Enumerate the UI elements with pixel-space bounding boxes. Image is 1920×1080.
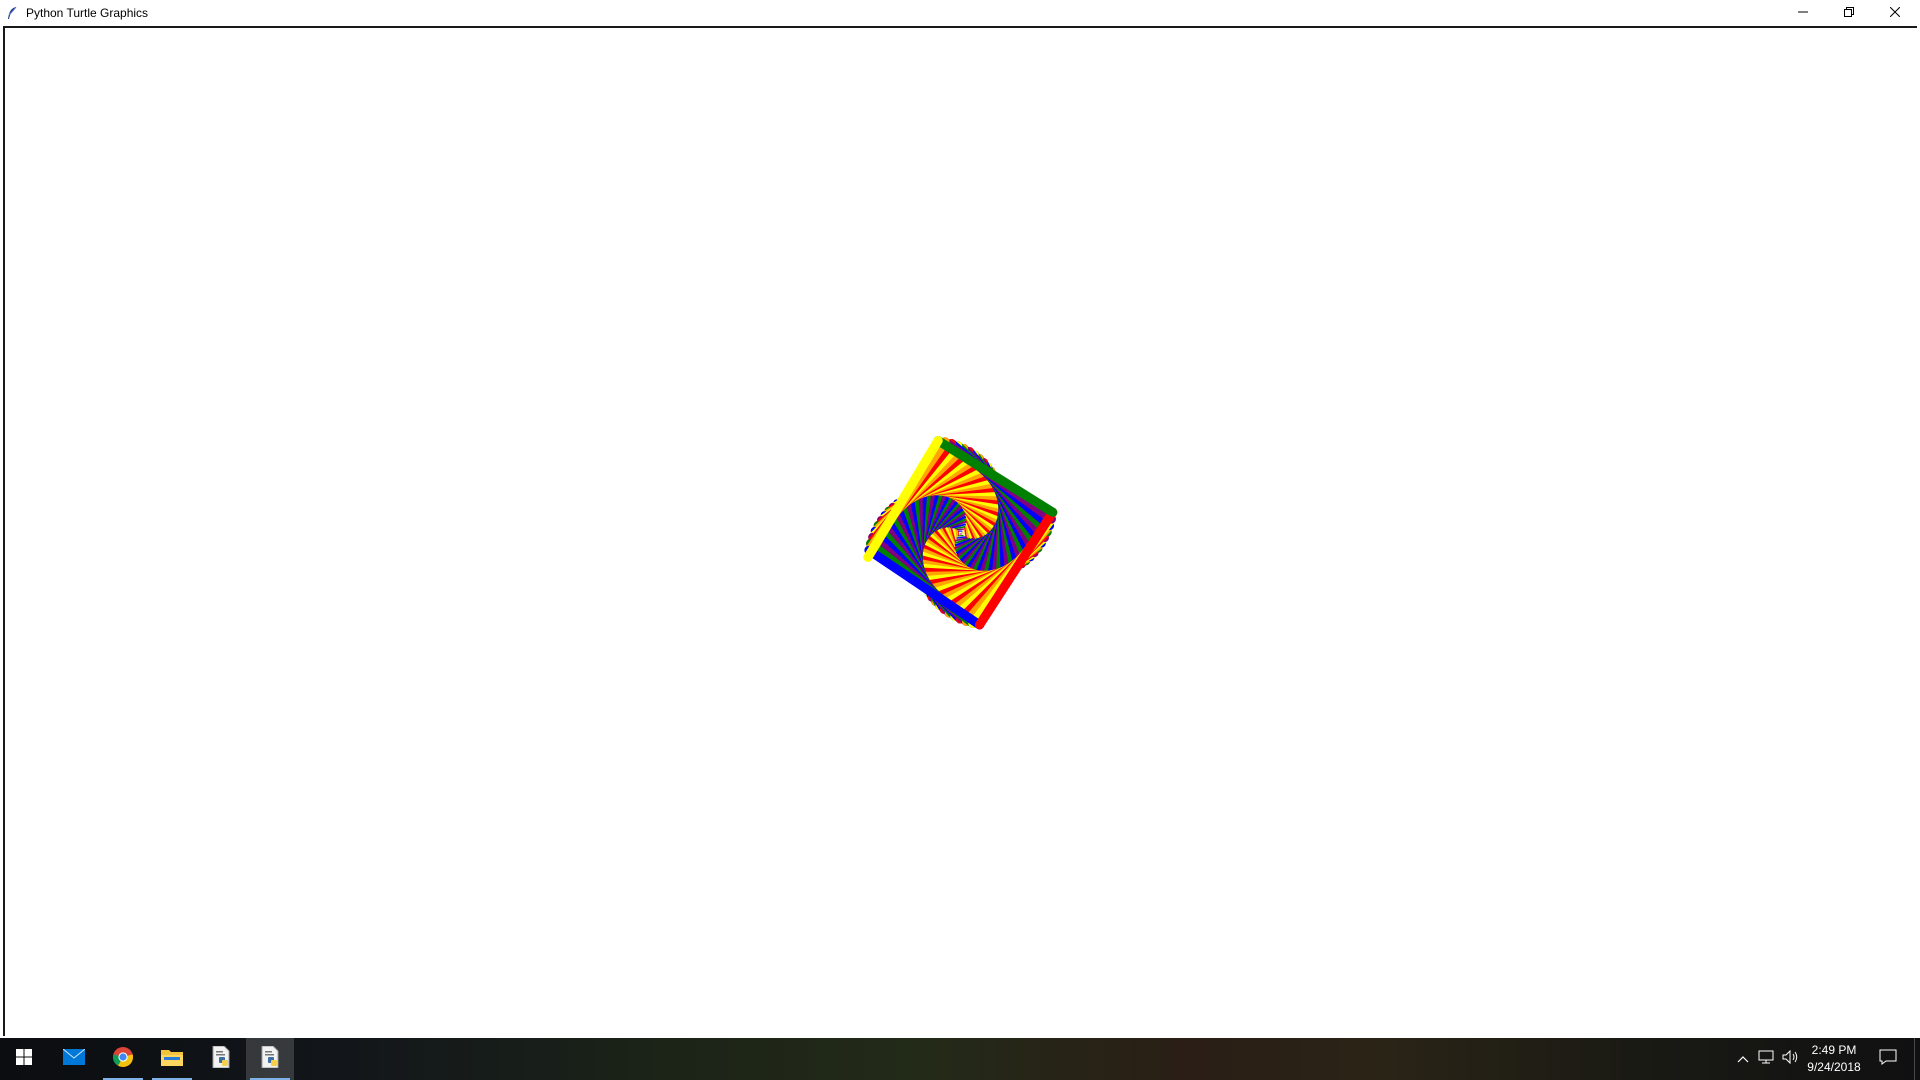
taskbar-python-idle[interactable] <box>197 1038 245 1080</box>
taskbar-chrome[interactable] <box>99 1038 147 1080</box>
turtle-drawing <box>863 435 1058 630</box>
spiral-segment <box>955 528 965 531</box>
start-button[interactable] <box>0 1038 48 1080</box>
taskbar-mail[interactable] <box>50 1038 98 1080</box>
chevron-up-icon <box>1737 1050 1749 1068</box>
restore-button[interactable] <box>1826 0 1872 26</box>
python-idle-icon <box>211 1045 231 1073</box>
minimize-icon <box>1798 4 1808 22</box>
minimize-button[interactable] <box>1780 0 1826 26</box>
restore-icon <box>1844 4 1854 22</box>
windows-logo-icon <box>16 1048 32 1070</box>
action-center-button[interactable] <box>1870 1038 1906 1080</box>
chrome-icon <box>112 1046 134 1073</box>
window-title: Python Turtle Graphics <box>26 6 149 20</box>
spiral-segment <box>955 529 958 539</box>
turtle-window: Python Turtle Graphics <box>0 0 1920 1038</box>
clock-time: 2:49 PM <box>1811 1043 1857 1057</box>
feather-icon <box>4 5 20 21</box>
volume-tray-button[interactable] <box>1780 1038 1802 1080</box>
taskbar-python-turtle[interactable] <box>246 1038 294 1080</box>
show-hidden-icons-button[interactable] <box>1733 1038 1753 1080</box>
close-icon <box>1889 4 1901 22</box>
mail-icon <box>62 1048 86 1070</box>
notification-icon <box>1879 1049 1897 1070</box>
taskbar-file-explorer[interactable] <box>148 1038 196 1080</box>
network-icon <box>1758 1050 1776 1069</box>
close-button[interactable] <box>1872 0 1918 26</box>
speaker-icon <box>1782 1049 1800 1069</box>
python-idle-icon <box>260 1045 280 1073</box>
folder-icon <box>161 1048 183 1071</box>
network-tray-button[interactable] <box>1756 1038 1778 1080</box>
clock-date: 9/24/2018 <box>1807 1060 1861 1074</box>
show-desktop-button[interactable] <box>1914 1038 1920 1080</box>
spiral-segment <box>962 528 965 537</box>
taskbar: 2:49 PM 9/24/2018 <box>0 1038 1920 1080</box>
taskbar-clock[interactable]: 2:49 PM 9/24/2018 <box>1804 1038 1864 1080</box>
turtle-canvas-area[interactable] <box>3 26 1917 1036</box>
title-bar[interactable]: Python Turtle Graphics <box>0 0 1920 26</box>
